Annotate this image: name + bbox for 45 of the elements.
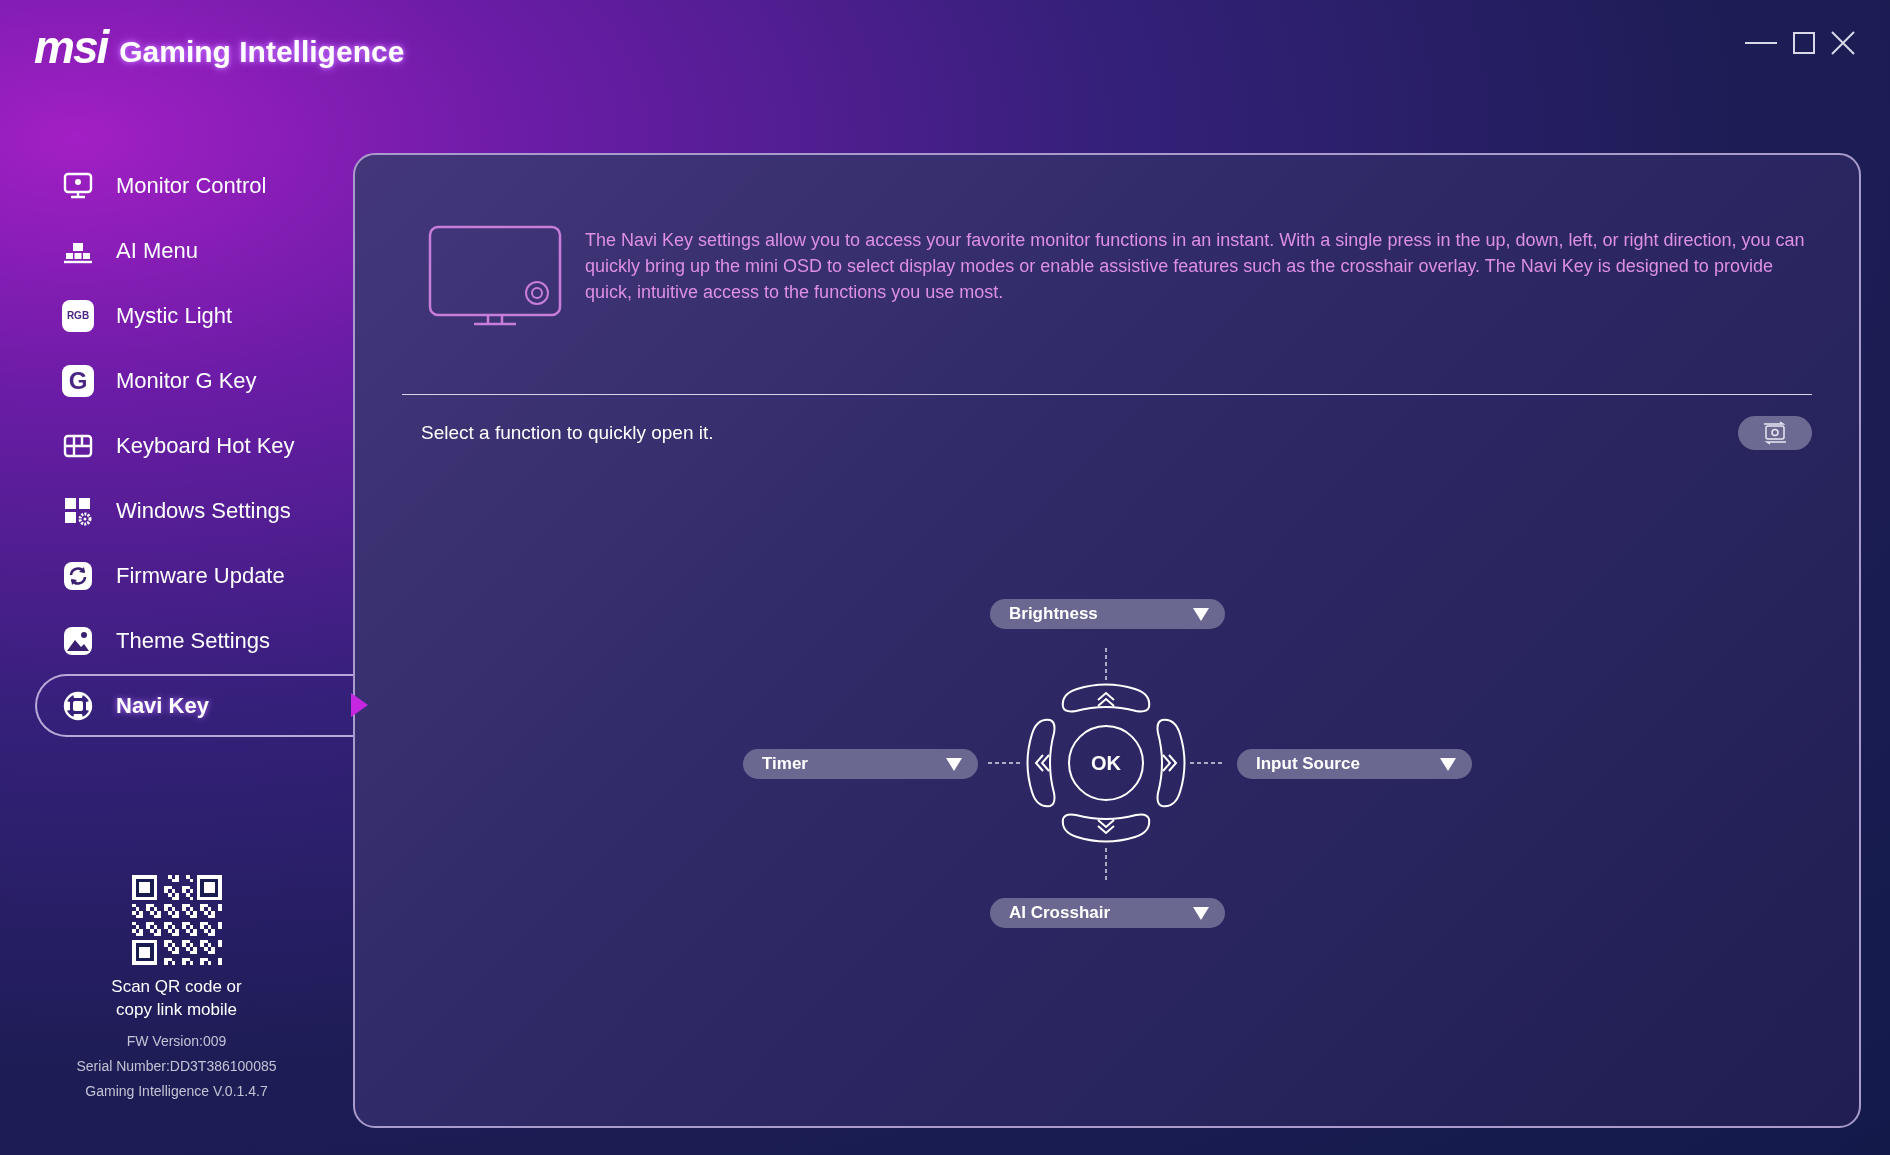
- leader-line: [987, 762, 1023, 764]
- caret-icon: [1440, 757, 1456, 771]
- version-info: FW Version:009: [126, 1032, 227, 1051]
- sidebar-item[interactable]: Navi Key: [35, 674, 353, 737]
- right-key[interactable]: [1156, 718, 1186, 808]
- brand-logo: msi: [34, 24, 108, 70]
- icon-badge: G: [62, 364, 94, 397]
- caret-icon: [1193, 906, 1209, 920]
- version-info: Serial Number:DD3T386100085: [76, 1057, 277, 1076]
- ok-key[interactable]: OK: [1068, 725, 1144, 801]
- sidebar-item[interactable]: Windows Settings: [35, 479, 353, 542]
- image-icon: [62, 624, 94, 657]
- qr-caption: copy link mobile: [116, 999, 237, 1021]
- sidebar-item[interactable]: G Monitor G Key: [35, 349, 353, 412]
- up-key[interactable]: [1061, 683, 1151, 713]
- dpad-icon: [62, 689, 94, 722]
- sidebar-item[interactable]: RGB Mystic Light: [35, 284, 353, 347]
- swap-monitor-icon: [1761, 421, 1789, 445]
- leader-line: [1189, 762, 1225, 764]
- swap-button[interactable]: [1738, 416, 1812, 450]
- description-text: The Navi Key settings allow you to access your favorite monitor functions in an instant. With a single press in the up, down, left, or right direction, you can quickly bring up the mini OSD to select display modes or enable assistive features such as the crosshair overlay. The Navi Key is designed to provide quick, intuitive access to the functions you use most.: [585, 229, 1806, 304]
- app-title: Gaming Intelligence: [119, 37, 405, 70]
- caret-icon: [946, 757, 962, 771]
- sidebar-item[interactable]: AI Menu: [35, 219, 353, 282]
- qr-caption: Scan QR code or: [111, 976, 242, 998]
- prompt-text: Select a function to quickly open it.: [420, 420, 714, 445]
- left-key[interactable]: [1026, 718, 1056, 808]
- function-dropdown[interactable]: Input Source: [1237, 749, 1472, 779]
- close-button[interactable]: [1830, 30, 1856, 56]
- sidebar-item[interactable]: Keyboard Hot Key: [35, 414, 353, 477]
- sidebar-item[interactable]: Theme Settings: [35, 609, 353, 672]
- icon-badge: RGB: [62, 299, 94, 332]
- caret-icon: [1193, 607, 1209, 621]
- maximize-button[interactable]: [1792, 31, 1816, 55]
- selection-pointer: [351, 693, 368, 717]
- leader-line: [1105, 647, 1107, 681]
- refresh-icon: [62, 559, 94, 592]
- down-key[interactable]: [1061, 813, 1151, 843]
- sidebar-item[interactable]: Monitor Control: [35, 154, 353, 217]
- version-info: Gaming Intelligence V.0.1.4.7: [85, 1082, 268, 1101]
- leader-line: [1105, 847, 1107, 881]
- sidebar-item[interactable]: Firmware Update: [35, 544, 353, 607]
- function-dropdown[interactable]: Timer: [743, 749, 978, 779]
- function-dropdown[interactable]: Brightness: [990, 599, 1225, 629]
- function-dropdown[interactable]: AI Crosshair: [990, 898, 1225, 928]
